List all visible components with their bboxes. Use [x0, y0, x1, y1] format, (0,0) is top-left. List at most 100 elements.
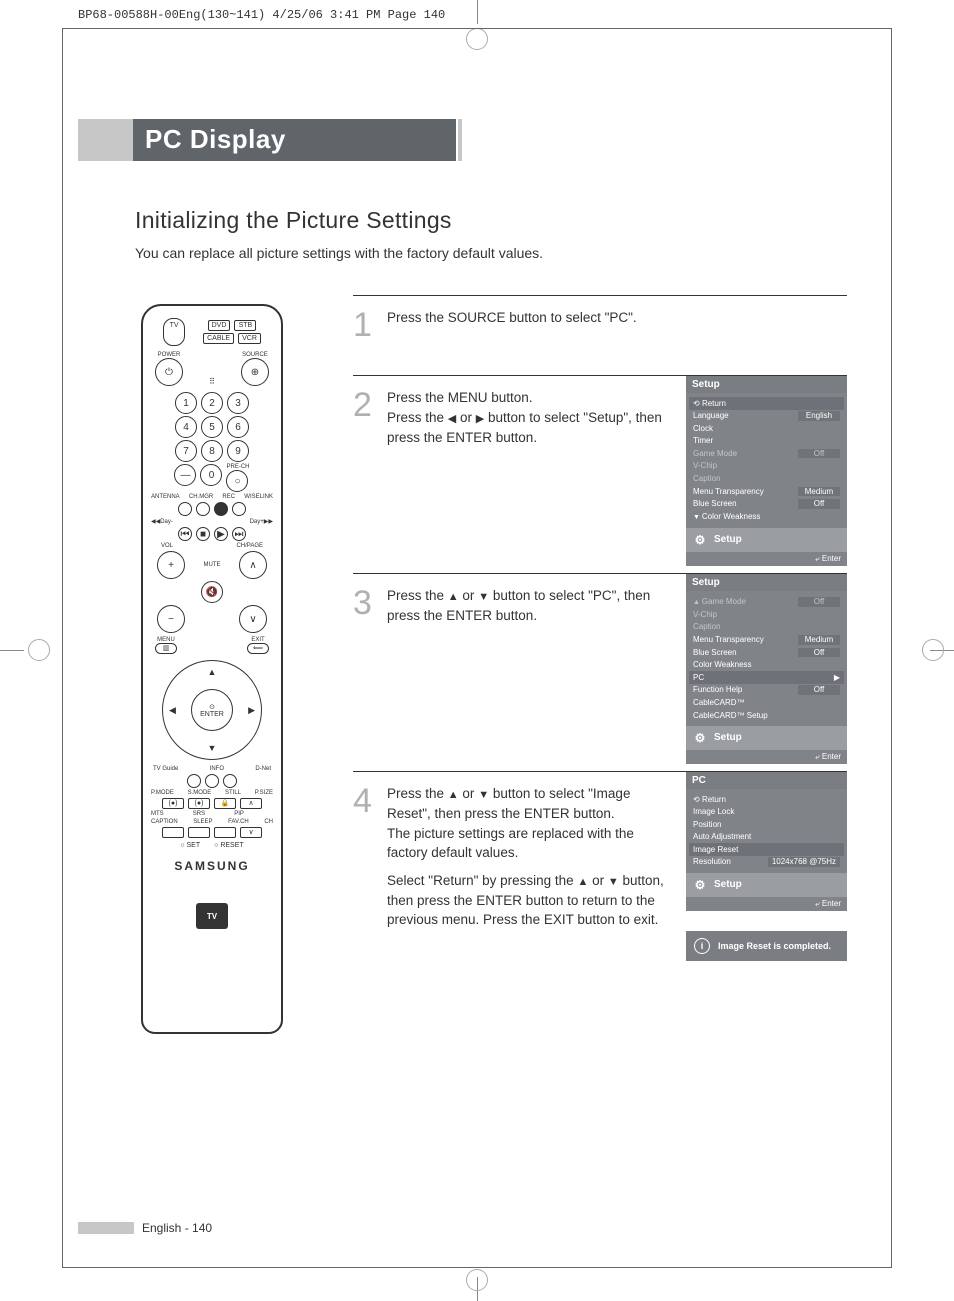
prech-button: ○ — [226, 470, 248, 492]
wiselink-btn — [232, 502, 246, 516]
sleep-btn — [188, 827, 210, 838]
osd-value: 1024x768 @75Hz — [768, 857, 840, 867]
smode-label: S.MODE — [188, 790, 212, 796]
osd-item: CableCARD™ — [693, 698, 745, 708]
pip-label: PIP — [234, 811, 244, 817]
digit-5: 5 — [201, 416, 223, 438]
mode-stb: STB — [234, 320, 256, 331]
down-arrow-icon: ▼ — [478, 591, 489, 603]
digit-3: 3 — [227, 392, 249, 414]
tv-button: TV — [163, 318, 185, 346]
intro-text: You can replace all picture settings wit… — [135, 245, 543, 261]
power-label: POWER — [155, 352, 183, 358]
power-button: ⏻ — [155, 358, 183, 386]
psize-label: P.SIZE — [255, 790, 273, 796]
osd-setup-2: Setup Game ModeOff V-Chip Caption Menu T… — [686, 574, 847, 764]
print-header: BP68-00588H-00Eng(130~141) 4/25/06 3:41 … — [78, 8, 445, 22]
steps-container: 1 Press the SOURCE button to select "PC"… — [353, 295, 847, 971]
osd-return: Return — [693, 795, 726, 805]
step-number: 2 — [353, 388, 387, 563]
gear-icon: ⚙ — [692, 877, 708, 893]
up-arrow-icon: ▲ — [577, 876, 588, 888]
down-arrow-icon: ▼ — [478, 789, 489, 801]
osd-title: PC — [686, 772, 847, 789]
osd-item: Resolution — [693, 857, 731, 867]
osd-scroll-up: Game Mode — [693, 597, 746, 607]
digit-0: 0 — [200, 464, 222, 486]
osd-item: Caption — [693, 474, 721, 484]
step-2: 2 Press the MENU button. Press the ◀ or … — [353, 375, 847, 573]
enter-btn: ⊙ENTER — [191, 689, 233, 731]
right-arrow-icon: ▶ — [248, 705, 255, 716]
dpad: ▲ ▼ ◀ ▶ ⊙ENTER — [162, 660, 262, 760]
crop-target — [922, 639, 944, 661]
favch-btn — [214, 827, 236, 838]
osd-value: Off — [798, 597, 840, 607]
up-arrow-icon: ▲ — [208, 667, 217, 677]
osd-item: Language — [693, 411, 729, 421]
osd-item: Timer — [693, 436, 713, 446]
osd-scroll-indicator: Color Weakness — [693, 512, 760, 522]
osd-item: Game Mode — [693, 449, 737, 459]
digit-1: 1 — [175, 392, 197, 414]
antenna-label: ANTENNA — [151, 494, 180, 500]
info-icon: i — [694, 938, 710, 954]
osd-item: Position — [693, 820, 721, 830]
left-arrow-icon: ◀ — [169, 705, 176, 716]
play-btn: ▶ — [214, 527, 228, 541]
crop-target — [466, 1269, 488, 1291]
page-footer: English - 140 — [78, 1221, 212, 1235]
step-3: 3 Press the ▲ or ▼ button to select "PC"… — [353, 573, 847, 771]
footer-accent — [78, 1222, 134, 1234]
osd-pc: PC Return Image Lock Position Auto Adjus… — [686, 772, 847, 961]
menu-btn: ▥ — [155, 643, 177, 654]
caption-label: CAPTION — [151, 819, 178, 825]
osd-item: Image Lock — [693, 807, 734, 817]
vol-down: − — [157, 605, 185, 633]
sleep-label: SLEEP — [193, 819, 212, 825]
osd-enter-hint: ⤶ Enter — [686, 897, 847, 911]
step-number: 3 — [353, 586, 387, 761]
digit-2: 2 — [201, 392, 223, 414]
left-arrow-icon: ◀ — [448, 413, 456, 425]
osd-title: Setup — [686, 574, 847, 591]
step-number: 4 — [353, 784, 387, 961]
osd-item-image-reset: Image Reset — [693, 845, 738, 855]
osd-item: CableCARD™ Setup — [693, 711, 768, 721]
dash-button: — — [174, 464, 196, 486]
osd-title: Setup — [686, 376, 847, 393]
osd-value: Medium — [798, 487, 840, 497]
osd-footer-label: Setup — [714, 732, 742, 743]
info-btn — [205, 774, 219, 788]
osd-footer-label: Setup — [714, 879, 742, 890]
mode-cable: CABLE — [203, 333, 234, 344]
mode-dvd: DVD — [208, 320, 231, 331]
remote-control-diagram: TV DVD STB CABLE VCR POWER⏻ ⠿ SOURCE⊕ 12… — [141, 304, 283, 1034]
up-arrow-icon: ▲ — [448, 591, 459, 603]
still-label: STILL — [225, 790, 241, 796]
brand-logo: SAMSUNG — [149, 859, 275, 873]
osd-item: V-Chip — [693, 610, 717, 620]
vol-up: + — [157, 551, 185, 579]
osd-item-pc: PC — [693, 673, 704, 683]
page-title: PC Display — [133, 119, 458, 161]
menu-label: MENU — [155, 637, 177, 643]
osd-item: V-Chip — [693, 461, 717, 471]
info-label: INFO — [210, 766, 224, 772]
osd-value: Off — [798, 499, 840, 509]
osd-item: Blue Screen — [693, 648, 737, 658]
crop-mark — [477, 0, 478, 24]
chpage-label: CH/PAGE — [236, 543, 263, 549]
osd-value: Off — [798, 685, 840, 695]
digit-4: 4 — [175, 416, 197, 438]
osd-enter-hint: ⤶ Enter — [686, 750, 847, 764]
osd-item: Clock — [693, 424, 713, 434]
ch-up: ∧ — [239, 551, 267, 579]
antenna-btn — [178, 502, 192, 516]
up-arrow-icon: ▲ — [448, 789, 459, 801]
mute-label: MUTE — [204, 562, 221, 568]
step-4: 4 Press the ▲ or ▼ button to select "Ima… — [353, 771, 847, 971]
gear-icon: ⚙ — [692, 730, 708, 746]
stop-btn: ■ — [196, 527, 210, 541]
gear-icon: ⚙ — [692, 532, 708, 548]
